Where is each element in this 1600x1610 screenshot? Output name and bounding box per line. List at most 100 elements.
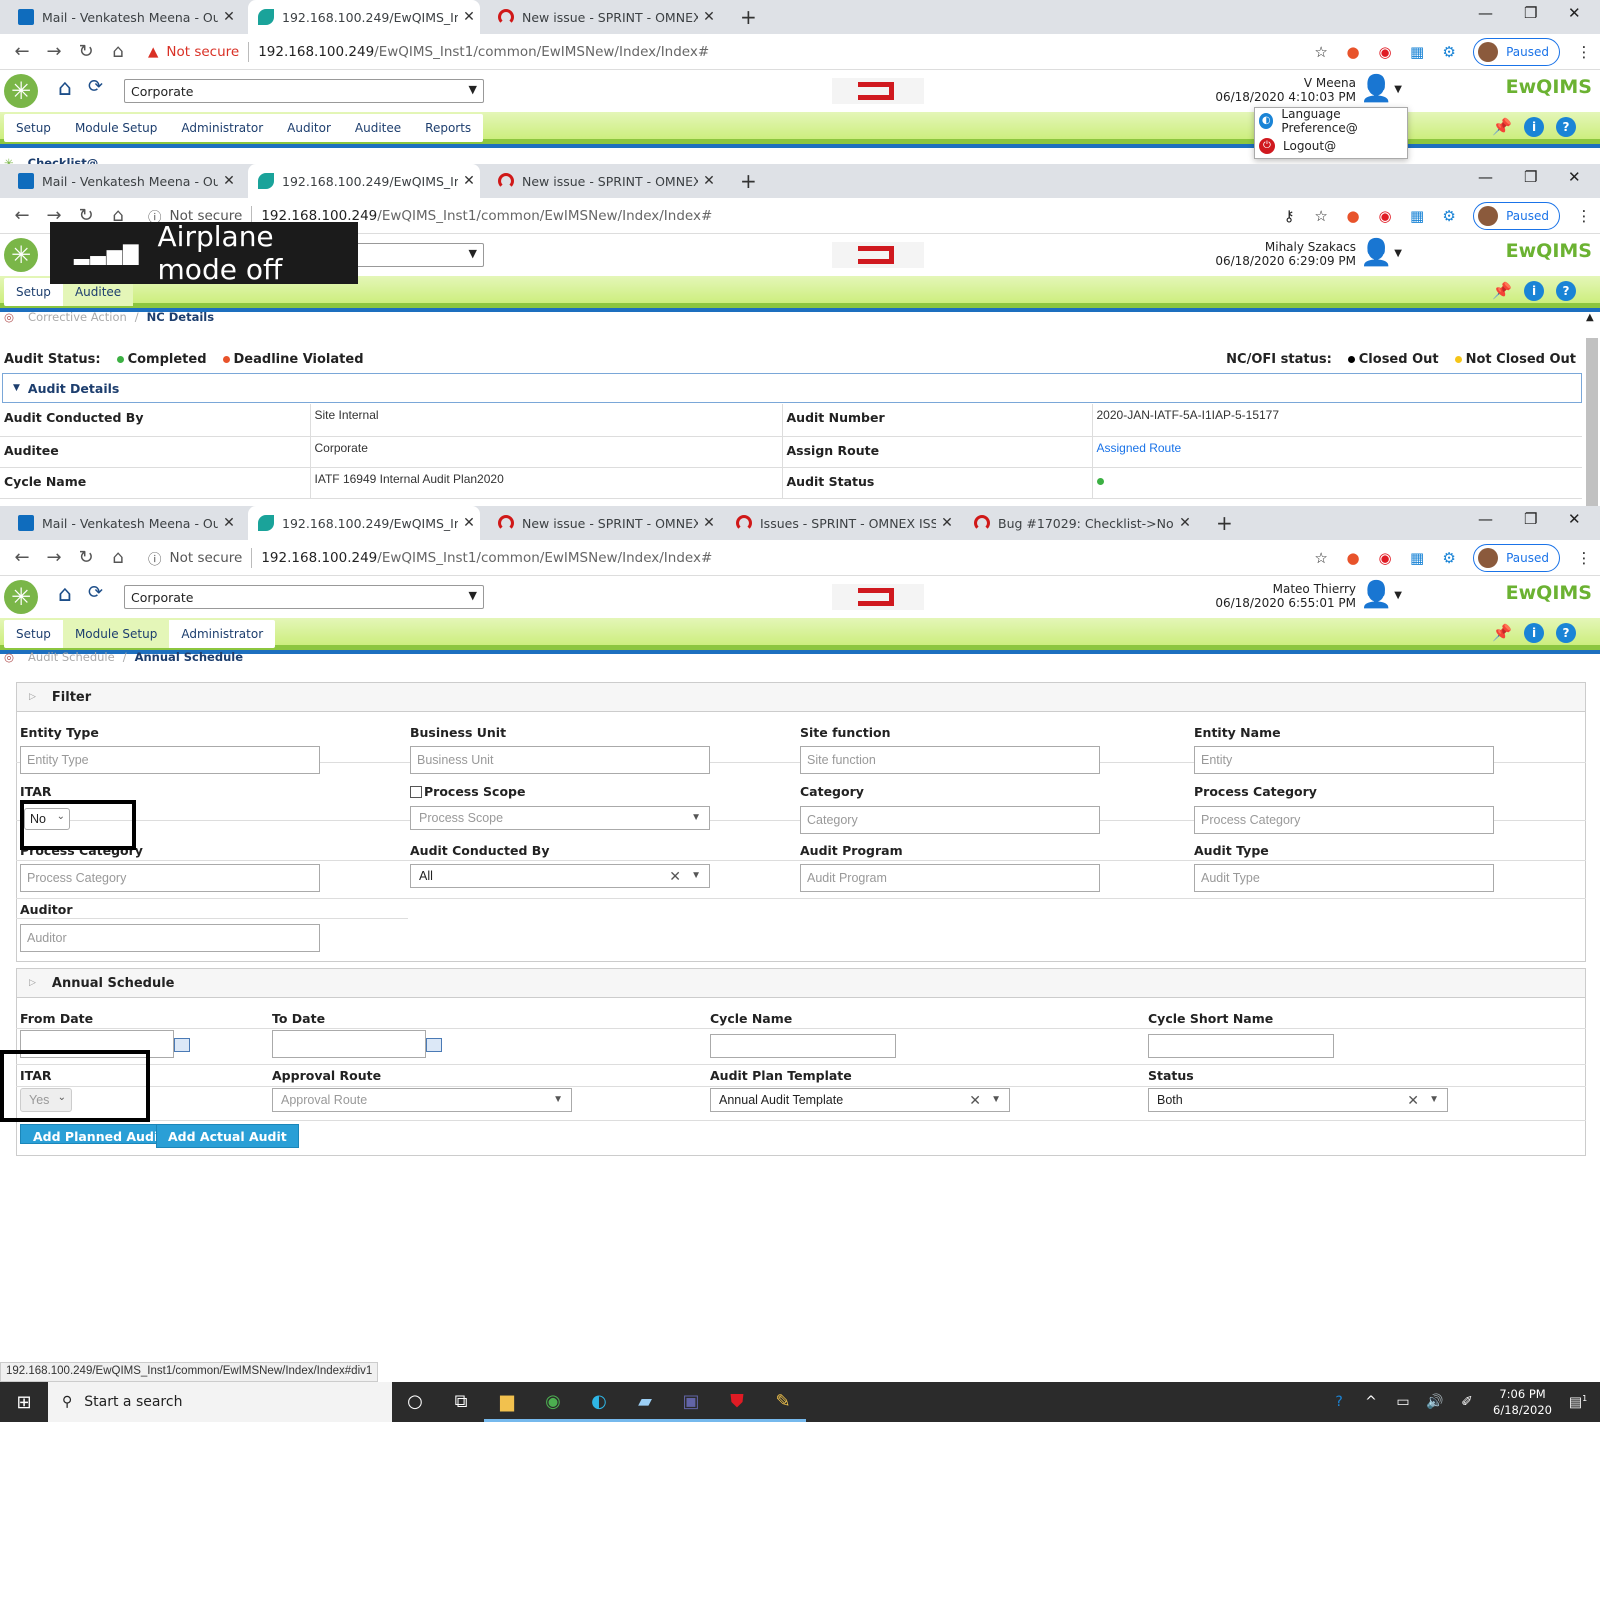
close-icon[interactable]: ✕ [698, 515, 720, 531]
minimize-icon[interactable]: — [1478, 168, 1493, 186]
auditor-input[interactable]: Auditor [20, 924, 320, 952]
new-tab-button[interactable]: + [740, 5, 757, 29]
user-avatar-icon[interactable]: 👤 [1360, 580, 1392, 614]
tab-outlook[interactable]: Mail - Venkatesh Meena - Outloo✕ [8, 0, 240, 34]
user-avatar-icon[interactable]: 👤 [1360, 238, 1392, 272]
extension-opera-icon[interactable]: ◉ [1369, 43, 1401, 61]
close-icon[interactable]: ✕ [936, 515, 958, 531]
tab-ewqims[interactable]: 192.168.100.249/EwQIMS_Inst1/c✕ [248, 0, 480, 34]
clear-icon[interactable]: ✕ [1407, 1092, 1419, 1109]
site-function-input[interactable]: Site function [800, 746, 1100, 774]
add-planned-audit-button[interactable]: Add Planned Audit [20, 1124, 178, 1144]
audit-type-input[interactable]: Audit Type [1194, 864, 1494, 892]
process-category-input[interactable]: Process Category [20, 864, 320, 892]
app-logo-icon[interactable]: ✳ [4, 580, 38, 614]
calendar-icon[interactable] [174, 1038, 190, 1052]
business-unit-input[interactable]: Business Unit [410, 746, 710, 774]
extension-settings-icon[interactable]: ⚙ [1433, 43, 1465, 61]
task-view-icon[interactable]: ⧉ [438, 1382, 484, 1422]
cortana-icon[interactable]: ○ [392, 1382, 438, 1422]
menu-reports[interactable]: Reports [413, 114, 483, 142]
notification-icon[interactable]: ▤1 [1562, 1394, 1594, 1411]
menu-dots-icon[interactable]: ⋮ [1568, 549, 1600, 567]
annual-schedule-panel-header[interactable]: ▷ Annual Schedule [16, 968, 1586, 998]
chevron-down-icon[interactable]: ▼ [1394, 248, 1402, 259]
tab-redmine-new-issue[interactable]: New issue - SPRINT - OMNEX ISS✕ [488, 0, 720, 34]
process-category-input[interactable]: Process Category [1194, 806, 1494, 834]
tab-outlook[interactable]: Mail - Venkatesh Meena - Outloo✕ [8, 506, 240, 540]
help-icon[interactable]: ? [1556, 623, 1576, 643]
menu-module-setup[interactable]: Module Setup [63, 114, 169, 142]
not-secure-warning[interactable]: ▲ Not secure [148, 44, 239, 60]
close-icon[interactable]: ✕ [1174, 515, 1196, 531]
star-icon[interactable]: ☆ [1305, 207, 1337, 225]
key-icon[interactable]: ⚷ [1273, 207, 1305, 225]
menu-auditor[interactable]: Auditor [275, 114, 343, 142]
refresh-icon[interactable]: ⟳ [88, 582, 103, 603]
back-icon[interactable]: ← [6, 41, 38, 62]
home-icon[interactable]: ⌂ [102, 41, 134, 62]
app-logo-icon[interactable]: ✳ [4, 74, 38, 108]
close-icon[interactable]: ✕ [458, 9, 480, 25]
home-icon[interactable]: ⌂ [58, 76, 72, 101]
extension-opera-icon[interactable]: ◉ [1369, 549, 1401, 567]
help-icon[interactable]: ? [1323, 1394, 1355, 1410]
status-select[interactable]: Both ✕ ▼ [1148, 1088, 1448, 1112]
back-icon[interactable]: ← [6, 205, 38, 226]
paint-icon[interactable]: ✎ [760, 1382, 806, 1422]
not-secure-warning[interactable]: ⓘ Not secure [148, 548, 242, 568]
edge-icon[interactable]: ◐ [576, 1382, 622, 1422]
calendar-icon[interactable] [426, 1038, 442, 1052]
cycle-name-input[interactable] [710, 1034, 896, 1058]
extension-windows-icon[interactable]: ▦ [1401, 207, 1433, 225]
menu-setup[interactable]: Setup [4, 114, 63, 142]
audit-details-panel-header[interactable]: ▼ Audit Details [2, 373, 1582, 403]
tab-redmine-new-issue[interactable]: New issue - SPRINT - OMNEX ISS✕ [488, 506, 720, 540]
language-preference-item[interactable]: ◐ Language Preference@ [1255, 107, 1407, 135]
reload-icon[interactable]: ↻ [70, 41, 102, 62]
menu-dots-icon[interactable]: ⋮ [1568, 43, 1600, 61]
help-icon[interactable]: ? [1556, 117, 1576, 137]
chevron-up-icon[interactable]: ^ [1355, 1394, 1387, 1410]
home-icon[interactable]: ⌂ [102, 547, 134, 568]
close-icon[interactable]: ✕ [698, 9, 720, 25]
extension-fire-icon[interactable]: ● [1337, 43, 1369, 61]
star-icon[interactable]: ☆ [1305, 549, 1337, 567]
chevron-down-icon[interactable]: ▼ [1394, 590, 1402, 601]
scroll-up-icon[interactable]: ▲ [1586, 312, 1594, 323]
entity-name-input[interactable]: Entity [1194, 746, 1494, 774]
menu-administrator[interactable]: Administrator [169, 620, 275, 648]
notepad-icon[interactable]: ▰ [622, 1382, 668, 1422]
new-tab-button[interactable]: + [740, 169, 757, 193]
audit-program-input[interactable]: Audit Program [800, 864, 1100, 892]
taskbar-clock[interactable]: 7:06 PM 6/18/2020 [1493, 1386, 1552, 1418]
audit-plan-template-select[interactable]: Annual Audit Template ✕ ▼ [710, 1088, 1010, 1112]
entity-type-input[interactable]: Entity Type [20, 746, 320, 774]
pin-icon[interactable]: 📌 [1492, 623, 1512, 643]
menu-module-setup[interactable]: Module Setup [62, 620, 170, 648]
profile-paused-button[interactable]: Paused [1473, 544, 1560, 572]
close-window-icon[interactable]: ✕ [1568, 510, 1581, 528]
category-input[interactable]: Category [800, 806, 1100, 834]
minimize-icon[interactable]: — [1478, 4, 1493, 22]
profile-paused-button[interactable]: Paused [1473, 38, 1560, 66]
extension-opera-icon[interactable]: ◉ [1369, 207, 1401, 225]
back-icon[interactable]: ← [6, 547, 38, 568]
process-scope-checkbox[interactable] [410, 786, 422, 798]
tab-redmine-issues[interactable]: Issues - SPRINT - OMNEX ISSUE✕ [726, 506, 958, 540]
teams-icon[interactable]: ▣ [668, 1382, 714, 1422]
tab-redmine-bug[interactable]: Bug #17029: Checklist->Non ITAI✕ [964, 506, 1196, 540]
url-text[interactable]: 192.168.100.249/EwQIMS_Inst1/common/EwIM… [261, 550, 712, 566]
star-icon[interactable]: ☆ [1305, 43, 1337, 61]
taskbar-search[interactable]: ⚲ Start a search [48, 1382, 392, 1422]
extension-settings-icon[interactable]: ⚙ [1433, 549, 1465, 567]
close-icon[interactable]: ✕ [218, 173, 240, 189]
menu-administrator[interactable]: Administrator [169, 114, 275, 142]
help-icon[interactable]: ? [1556, 281, 1576, 301]
menu-auditee[interactable]: Auditee [343, 114, 413, 142]
extension-settings-icon[interactable]: ⚙ [1433, 207, 1465, 225]
reload-icon[interactable]: ↻ [70, 547, 102, 568]
menu-dots-icon[interactable]: ⋮ [1568, 207, 1600, 225]
new-tab-button[interactable]: + [1216, 511, 1233, 535]
restore-icon[interactable]: ❐ [1524, 510, 1537, 528]
